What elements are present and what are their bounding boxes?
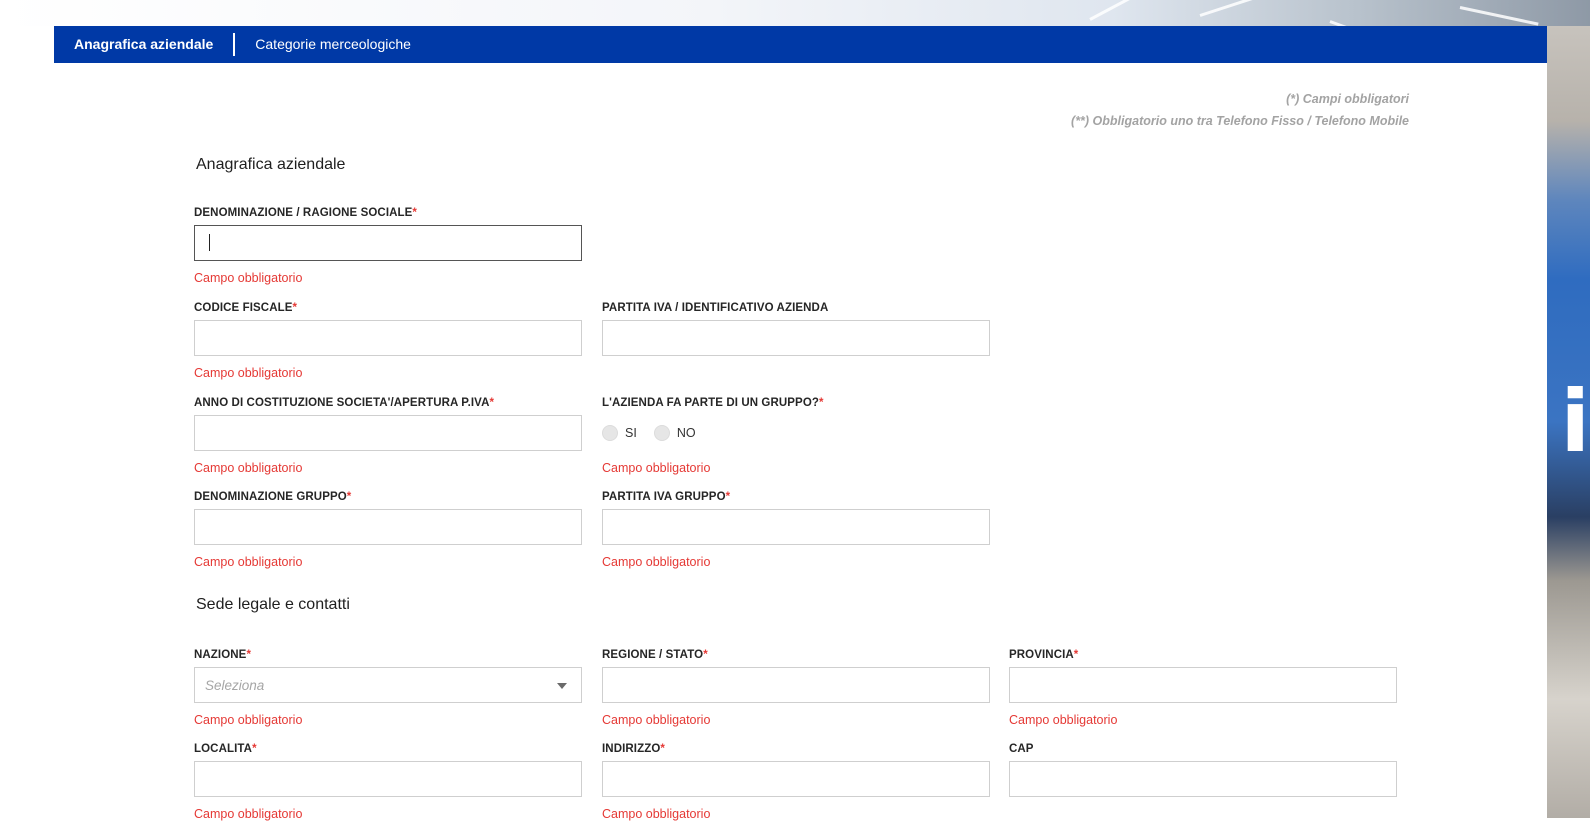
label-localita: LOCALITA* — [194, 743, 257, 755]
required-asterisk: * — [1073, 649, 1079, 661]
field-nazione: NAZIONE* Seleziona Campo obbligatorio — [194, 648, 582, 728]
denominazione-input[interactable] — [194, 225, 582, 261]
section-title-company: Anagrafica aziendale — [196, 156, 346, 173]
required-asterisk: * — [246, 649, 252, 661]
label-denominazione: DENOMINAZIONE / RAGIONE SOCIALE* — [194, 207, 417, 219]
error-denominazione-gruppo: Campo obbligatorio — [194, 555, 303, 569]
required-note: (*) Campi obbligatori — [1286, 92, 1409, 106]
partita-iva-input[interactable] — [602, 320, 990, 356]
field-anno-costituzione: ANNO DI COSTITUZIONE SOCIETA'/APERTURA P… — [194, 396, 582, 476]
error-localita: Campo obbligatorio — [194, 807, 303, 821]
label-cap: CAP — [1009, 743, 1034, 755]
regione-input[interactable] — [602, 667, 990, 703]
required-asterisk: * — [489, 397, 495, 409]
phone-required-note: (**) Obbligatorio uno tra Telefono Fisso… — [1071, 114, 1409, 128]
error-regione: Campo obbligatorio — [602, 713, 711, 727]
indirizzo-input[interactable] — [602, 761, 990, 797]
required-asterisk: * — [725, 491, 731, 503]
text-cursor — [209, 234, 210, 251]
error-denominazione: Campo obbligatorio — [194, 271, 303, 285]
radio-si[interactable] — [602, 425, 618, 441]
background-strut — [1089, 0, 1144, 21]
label-anno-costituzione: ANNO DI COSTITUZIONE SOCIETA'/APERTURA P… — [194, 397, 495, 409]
label-indirizzo: INDIRIZZO* — [602, 743, 665, 755]
required-asterisk: * — [818, 397, 824, 409]
tab-categorie-merceologiche[interactable]: Categorie merceologiche — [235, 26, 431, 63]
required-asterisk: * — [703, 649, 708, 661]
error-provincia: Campo obbligatorio — [1009, 713, 1118, 727]
field-provincia: PROVINCIA* Campo obbligatorio — [1009, 648, 1397, 728]
required-asterisk: * — [252, 743, 257, 755]
partita-iva-gruppo-input[interactable] — [602, 509, 990, 545]
background-photo-right: i — [1547, 26, 1590, 818]
nazione-select[interactable]: Seleziona — [194, 667, 582, 703]
required-notes: (*) Campi obbligatori (**) Obbligatorio … — [1071, 88, 1409, 132]
field-indirizzo: INDIRIZZO* Campo obbligatorio — [602, 742, 990, 822]
field-denominazione-gruppo: DENOMINAZIONE GRUPPO* Campo obbligatorio — [194, 490, 582, 570]
label-provincia: PROVINCIA* — [1009, 649, 1079, 661]
label-partita-iva-gruppo: PARTITA IVA GRUPPO* — [602, 491, 731, 503]
gruppo-radio-group: SI NO — [602, 415, 990, 451]
field-codice-fiscale: CODICE FISCALE* Campo obbligatorio — [194, 301, 582, 381]
provincia-input[interactable] — [1009, 667, 1397, 703]
required-asterisk: * — [292, 302, 298, 314]
label-gruppo-question: L'AZIENDA FA PARTE DI UN GRUPPO?* — [602, 397, 824, 409]
required-asterisk: * — [660, 743, 665, 755]
radio-option-no[interactable]: NO — [653, 425, 696, 441]
chevron-down-icon — [557, 683, 567, 689]
label-partita-iva: PARTITA IVA / IDENTIFICATIVO AZIENDA — [602, 302, 829, 314]
section-title-legal-office: Sede legale e contatti — [196, 596, 350, 613]
tab-anagrafica-aziendale[interactable]: Anagrafica aziendale — [54, 26, 233, 63]
nazione-placeholder: Seleziona — [205, 677, 265, 693]
radio-option-si[interactable]: SI — [602, 425, 637, 441]
field-regione: REGIONE / STATO* Campo obbligatorio — [602, 648, 990, 728]
localita-input[interactable] — [194, 761, 582, 797]
radio-si-label: SI — [625, 426, 637, 440]
denominazione-gruppo-input[interactable] — [194, 509, 582, 545]
error-nazione: Campo obbligatorio — [194, 713, 303, 727]
label-nazione: NAZIONE* — [194, 649, 252, 661]
label-regione: REGIONE / STATO* — [602, 649, 708, 661]
form-panel: (*) Campi obbligatori (**) Obbligatorio … — [54, 63, 1547, 821]
label-denominazione-gruppo: DENOMINAZIONE GRUPPO* — [194, 491, 352, 503]
radio-no-label: NO — [676, 426, 696, 440]
required-asterisk: * — [346, 491, 352, 503]
required-asterisk: * — [412, 207, 417, 219]
error-codice-fiscale: Campo obbligatorio — [194, 366, 303, 380]
anno-costituzione-input[interactable] — [194, 415, 582, 451]
error-anno-costituzione: Campo obbligatorio — [194, 461, 303, 475]
field-gruppo-question: L'AZIENDA FA PARTE DI UN GRUPPO?* SI NO … — [602, 396, 990, 476]
codice-fiscale-input[interactable] — [194, 320, 582, 356]
background-strut — [1199, 0, 1268, 17]
background-strut — [1459, 6, 1539, 26]
field-partita-iva-gruppo: PARTITA IVA GRUPPO* Campo obbligatorio — [602, 490, 990, 570]
field-localita: LOCALITA* Campo obbligatorio — [194, 742, 582, 822]
background-photo-top — [0, 0, 1590, 41]
field-partita-iva: PARTITA IVA / IDENTIFICATIVO AZIENDA — [602, 301, 990, 356]
error-partita-iva-gruppo: Campo obbligatorio — [602, 555, 711, 569]
radio-no[interactable] — [653, 425, 670, 441]
cap-input[interactable] — [1009, 761, 1397, 797]
field-cap: CAP — [1009, 742, 1397, 797]
error-indirizzo: Campo obbligatorio — [602, 807, 711, 821]
error-gruppo-question: Campo obbligatorio — [602, 461, 711, 475]
label-codice-fiscale: CODICE FISCALE* — [194, 302, 298, 314]
field-denominazione: DENOMINAZIONE / RAGIONE SOCIALE* Campo o… — [194, 206, 582, 286]
info-sign-icon: i — [1560, 372, 1590, 472]
tab-bar: Anagrafica aziendale Categorie merceolog… — [54, 26, 1547, 63]
